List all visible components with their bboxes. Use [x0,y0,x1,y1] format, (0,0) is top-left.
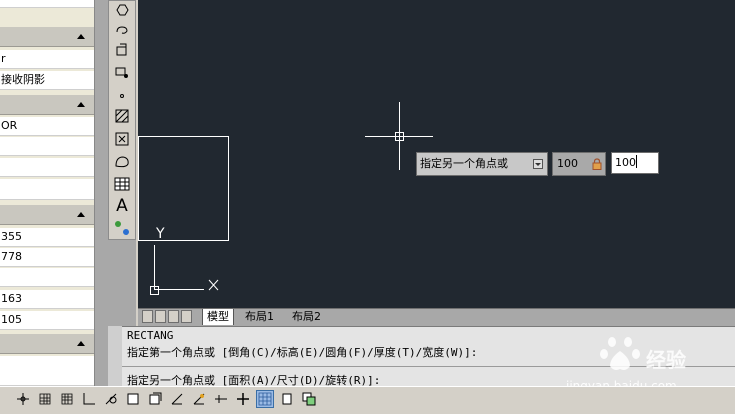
draw-toolbar: A [108,0,136,240]
polygon-icon[interactable] [113,1,131,19]
property-row[interactable] [0,158,94,177]
insert-block-icon[interactable] [113,41,131,59]
dynamic-input-y-field[interactable]: 100 [611,152,659,174]
tab-model[interactable]: 模型 [202,309,234,325]
make-block-icon[interactable] [113,63,131,81]
next-tab-button[interactable] [168,310,179,323]
command-history-line: RECTANG [127,329,174,342]
text-caret [636,155,637,168]
property-row[interactable] [0,137,94,156]
snap-icon[interactable] [14,390,32,408]
selection-cycling-icon[interactable] [300,390,318,408]
palette-gutter [95,0,108,386]
region-icon[interactable] [113,153,131,171]
otrack-icon[interactable] [124,390,142,408]
sc-icon[interactable] [234,390,252,408]
qp-icon[interactable] [212,390,230,408]
property-row[interactable]: 105 [0,311,94,330]
ucs-y-label: Y [155,226,165,242]
rectangle-shape [138,136,229,241]
revcloud-icon[interactable] [113,21,131,39]
mtext-icon[interactable]: A [113,196,131,216]
property-row[interactable] [0,179,94,200]
collapse-arrow-icon[interactable] [77,212,85,217]
baidu-paw-logo [600,337,640,370]
ducs-icon[interactable] [146,390,164,408]
dropdown-arrow-icon[interactable] [533,159,543,169]
property-row[interactable] [0,356,94,386]
section-header[interactable] [0,95,94,115]
lock-icon [592,158,602,170]
ucs-icon [150,245,219,295]
lwt-icon[interactable] [190,390,208,408]
property-row[interactable]: 接收阴影 [0,71,94,90]
osnap-icon[interactable] [102,390,120,408]
dynamic-input-prompt: 指定另一个角点或 [416,152,548,176]
polar-icon[interactable] [80,390,98,408]
ortho-icon[interactable] [58,390,76,408]
watermark-brand: 经验 [646,348,686,372]
command-line-grip[interactable] [108,326,123,386]
section-header[interactable] [0,334,94,354]
quick-properties-icon[interactable] [278,390,296,408]
add-selected-icon[interactable] [113,219,131,237]
collapse-arrow-icon[interactable] [77,34,85,39]
property-row[interactable] [0,268,94,287]
tab-layout2[interactable]: 布局2 [288,309,325,325]
command-history-line: 指定第一个角点或 [倒角(C)/标高(E)/圆角(F)/厚度(T)/宽度(W)]… [127,346,478,359]
grid-icon[interactable] [36,390,54,408]
property-row[interactable]: 355 [0,228,94,247]
properties-palette: r 接收阴影 OR 355 778 163 105 [0,0,95,386]
collapse-arrow-icon[interactable] [77,341,85,346]
gradient-icon[interactable] [113,130,131,148]
property-row[interactable]: 163 [0,290,94,309]
hatch-icon[interactable] [113,107,131,125]
property-row[interactable]: 778 [0,248,94,267]
prev-tab-button[interactable] [155,310,166,323]
first-tab-button[interactable] [142,310,153,323]
property-row[interactable]: OR [0,117,94,136]
last-tab-button[interactable] [181,310,192,323]
dyn-icon[interactable] [168,390,186,408]
section-header[interactable] [0,27,94,47]
section-header[interactable] [0,205,94,225]
status-bar [0,386,735,414]
tab-layout1[interactable]: 布局1 [241,309,278,325]
property-row[interactable] [0,0,94,8]
table-icon[interactable] [113,175,131,193]
layout-tabs: 模型 布局1 布局2 [138,308,735,326]
model-icon[interactable] [256,390,274,408]
collapse-arrow-icon[interactable] [77,102,85,107]
point-icon[interactable] [113,87,131,105]
dynamic-input-x-field[interactable]: 100 [552,152,606,176]
property-row[interactable]: r [0,50,94,69]
